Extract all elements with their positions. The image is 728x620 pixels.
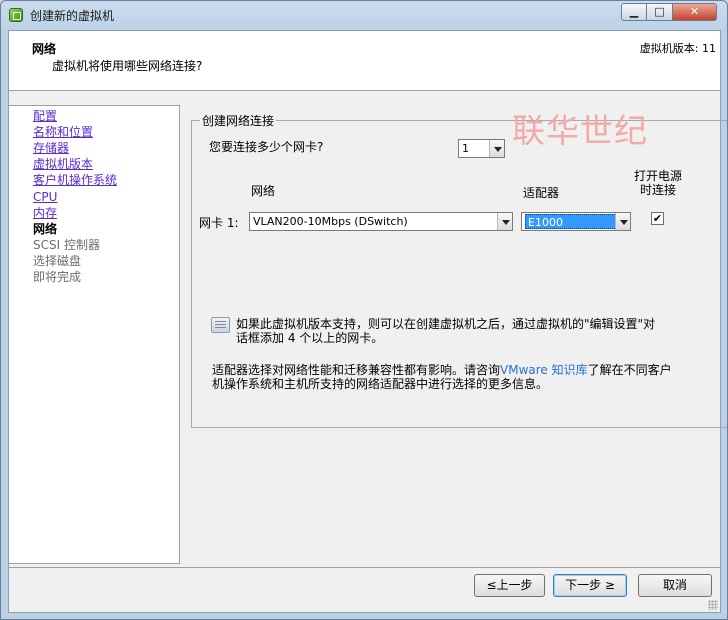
adapter-note-text-1: 适配器选择对网络性能和迁移兼容性都有影响。请咨询	[212, 363, 501, 377]
adapter-dropdown[interactable]: E1000	[521, 212, 631, 231]
window-title: 创建新的虚拟机	[30, 9, 115, 23]
network-dropdown[interactable]: VLAN200-10Mbps (DSwitch)	[249, 212, 513, 231]
sidebar-item-select-disk: 选择磁盘	[33, 254, 82, 268]
wizard-window: 创建新的虚拟机 ▁ □ ✕ 网络 虚拟机将使用哪些网络连接? 虚拟机版本: 11…	[0, 0, 728, 620]
client-area: 网络 虚拟机将使用哪些网络连接? 虚拟机版本: 11 配置 名称和位置 存储器 …	[8, 30, 727, 613]
sidebar-item-guest-os[interactable]: 客户机操作系统	[33, 173, 117, 188]
vsphere-app-icon	[9, 8, 23, 22]
info-text-line-2: 话框添加 4 个以上的网卡。	[236, 331, 384, 345]
adapter-value: E1000	[525, 214, 617, 229]
sidebar-item-network: 网络	[33, 222, 58, 236]
page-subtitle: 虚拟机将使用哪些网络连接?	[52, 59, 203, 73]
connect-at-power-on-checkbox[interactable]: ✔	[651, 212, 664, 225]
wizard-steps-sidebar: 配置 名称和位置 存储器 虚拟机版本 客户机操作系统 CPU 内存 网络 SCS…	[9, 105, 180, 564]
adapter-note-text-2: 了解在不同客户	[587, 363, 672, 377]
info-text-line-1: 如果此虚拟机版本支持，则可以在创建虚拟机之后，通过虚拟机的"编辑设置"对	[236, 317, 656, 331]
column-header-adapter: 适配器	[523, 186, 560, 200]
nic-1-label: 网卡 1:	[199, 216, 239, 230]
watermark-text: 联华世纪	[512, 111, 648, 150]
title-bar[interactable]: 创建新的虚拟机 ▁ □ ✕	[1, 1, 727, 29]
nic-count-label: 您要连接多少个网卡?	[209, 140, 324, 154]
sidebar-item-vm-version[interactable]: 虚拟机版本	[33, 157, 93, 172]
chevron-down-icon[interactable]	[489, 140, 504, 157]
nic-count-dropdown[interactable]: 1	[458, 139, 505, 158]
next-button[interactable]: 下一步 ≥	[553, 574, 627, 597]
page-title: 网络	[32, 42, 57, 56]
chevron-down-icon[interactable]	[497, 213, 512, 230]
chevron-down-icon[interactable]	[615, 213, 630, 230]
column-header-network: 网络	[251, 184, 276, 198]
resize-grip-icon[interactable]	[708, 600, 718, 610]
group-title: 创建网络连接	[200, 112, 277, 129]
wizard-header: 网络 虚拟机将使用哪些网络连接? 虚拟机版本: 11	[9, 31, 720, 91]
network-value: VLAN200-10Mbps (DSwitch)	[253, 215, 408, 228]
vmware-kb-link[interactable]: VMware 知识库	[500, 363, 588, 377]
vm-version-label: 虚拟机版本: 11	[639, 42, 716, 55]
nic-count-value: 1	[462, 142, 469, 155]
checkmark-icon: ✔	[652, 212, 663, 225]
sidebar-item-storage[interactable]: 存储器	[33, 141, 69, 156]
minimize-button[interactable]: ▁	[621, 3, 647, 21]
maximize-button[interactable]: □	[647, 3, 673, 21]
sidebar-item-ready-to-complete: 即将完成	[33, 270, 82, 284]
cancel-button[interactable]: 取消	[638, 574, 712, 597]
footer-divider	[9, 567, 720, 568]
back-button[interactable]: ≤上一步	[474, 574, 545, 597]
sidebar-item-configuration[interactable]: 配置	[33, 109, 57, 124]
sidebar-item-scsi-controller: SCSI 控制器	[33, 238, 100, 252]
close-button[interactable]: ✕	[673, 3, 717, 21]
sidebar-item-name-location[interactable]: 名称和位置	[33, 125, 93, 140]
column-header-power-on-2: 时连接	[640, 183, 677, 197]
sidebar-item-cpu[interactable]: CPU	[33, 190, 57, 205]
adapter-note-line-1: 适配器选择对网络性能和迁移兼容性都有影响。请咨询VMware 知识库了解在不同客…	[212, 363, 672, 377]
sidebar-item-memory[interactable]: 内存	[33, 206, 57, 221]
info-note-icon	[211, 317, 230, 333]
adapter-note-line-2: 机操作系统和主机所支持的网络适配器中进行选择的更多信息。	[212, 377, 549, 391]
